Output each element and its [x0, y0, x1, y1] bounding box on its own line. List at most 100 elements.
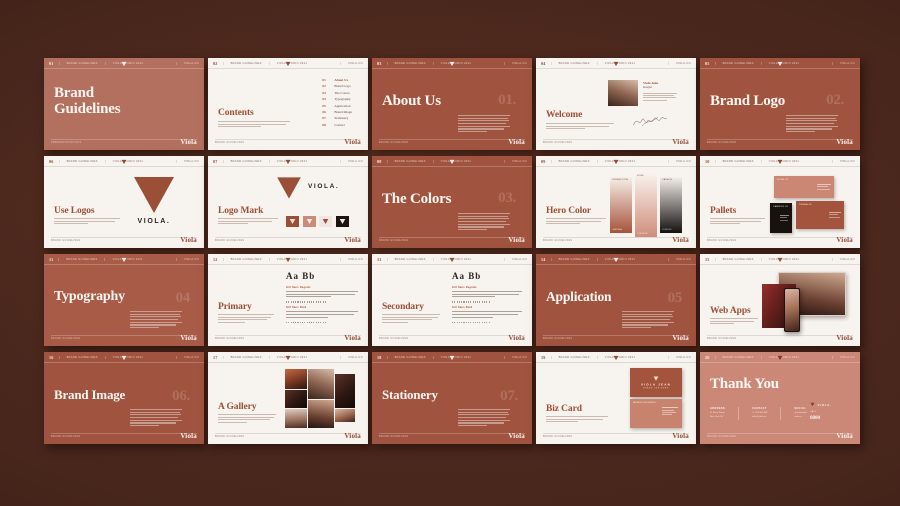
color-bar-label: CARBON: [662, 179, 673, 181]
footer-rule: [215, 138, 361, 139]
slide-stationery[interactable]: 18 BRAND GUIDELINES VIOLA STUDIO 2021 VI…: [372, 352, 532, 444]
topbar-right-label: VIOLA.CO: [667, 159, 696, 163]
slide-web-apps[interactable]: 15 BRAND GUIDELINES VIOLA STUDIO 2021 VI…: [700, 254, 860, 346]
slide-thank-you[interactable]: 20 BRAND GUIDELINES VIOLA STUDIO 2021 VI…: [700, 352, 860, 444]
brand-mark: Viola: [180, 138, 197, 146]
topbar-item-1: BRAND GUIDELINES: [386, 159, 433, 163]
contents-label: Typography: [334, 97, 351, 102]
topbar-item-1: BRAND GUIDELINES: [58, 355, 105, 359]
topbar-right-label: VIOLA.CO: [667, 355, 696, 359]
v-logo-icon: [613, 257, 619, 263]
title-line-1: Brand: [54, 85, 94, 101]
type-style-label: Gill Sans Regular: [452, 286, 477, 289]
slide-about-us[interactable]: 03 BRAND GUIDELINES VIOLA STUDIO 2021 VI…: [372, 58, 532, 150]
palette-card-carbon[interactable]: CARBON 02: [770, 203, 792, 233]
brand-mark: Viola: [672, 432, 689, 440]
palette-card-terra[interactable]: TERRA 03: [796, 201, 844, 229]
slide-primary-type[interactable]: 12 BRAND GUIDELINES VIOLA STUDIO 2021 VI…: [208, 254, 368, 346]
slide-typography[interactable]: 11 BRAND GUIDELINES VIOLA STUDIO 2021 VI…: [44, 254, 204, 346]
logo-swatch-terracotta[interactable]: [286, 216, 299, 227]
brand-mark: Viola: [836, 432, 853, 440]
footer-label: BRAND GUIDELINES: [215, 239, 245, 242]
type-block: Gill Sans Bold: [452, 306, 522, 324]
topbar-right-label: VIOLA.CO: [339, 355, 368, 359]
contents-item[interactable]: 04 Typography: [322, 97, 352, 101]
contents-label: Stationery: [334, 116, 349, 121]
logo-swatch-cream[interactable]: [319, 216, 332, 227]
gallery-photo: [308, 400, 334, 428]
slide-biz-card[interactable]: 19 BRAND GUIDELINES VIOLA STUDIO 2021 VI…: [536, 352, 696, 444]
v-logo-icon: [121, 355, 127, 361]
topbar-item-1: BRAND GUIDELINES: [550, 257, 597, 261]
topbar-right-label: VIOLA.CO: [503, 159, 532, 163]
topbar-item-1: BRAND GUIDELINES: [714, 61, 761, 65]
logo-swatch-rose[interactable]: [302, 216, 316, 227]
brand-mark: Viola: [344, 138, 361, 146]
logo-variant-swatches: [286, 216, 349, 227]
slide-the-colors[interactable]: 08 BRAND GUIDELINES VIOLA STUDIO 2021 VI…: [372, 156, 532, 248]
topbar-item-1: BRAND GUIDELINES: [58, 61, 105, 65]
topbar-item-1: BRAND GUIDELINES: [714, 355, 761, 359]
slide-welcome[interactable]: 04 BRAND GUIDELINES VIOLA STUDIO 2021 VI…: [536, 58, 696, 150]
topbar-item-1: BRAND GUIDELINES: [550, 355, 597, 359]
person-role: Designer: [643, 86, 653, 89]
topbar-slide-number: 17: [213, 354, 218, 360]
topbar-item-2: VIOLA STUDIO 2021: [596, 61, 642, 65]
contents-item[interactable]: 07 Stationery: [322, 116, 352, 120]
v-logo-icon: [777, 355, 783, 361]
v-logo-icon: [613, 159, 619, 165]
section-number: 05: [667, 290, 683, 306]
contents-item[interactable]: 02 Brand Logo: [322, 84, 352, 88]
slide-brand-logo[interactable]: 05 BRAND GUIDELINES VIOLA STUDIO 2021 VI…: [700, 58, 860, 150]
slide-a-gallery[interactable]: 17 BRAND GUIDELINES VIOLA STUDIO 2021 VI…: [208, 352, 368, 444]
business-card-front[interactable]: VIOLA JEAN BRAND DESIGNER: [630, 368, 682, 397]
slide-contents[interactable]: 02 BRAND GUIDELINES VIOLA STUDIO 2021 VI…: [208, 58, 368, 150]
topbar-slide-number: 12: [213, 256, 218, 262]
slide-use-logos[interactable]: 06 BRAND GUIDELINES VIOLA STUDIO 2021 VI…: [44, 156, 204, 248]
topbar-slide-number: 08: [377, 158, 382, 164]
v-logo-icon: [777, 61, 783, 67]
topbar-item-1: BRAND GUIDELINES: [386, 257, 433, 261]
topbar-item-1: BRAND GUIDELINES: [386, 61, 433, 65]
contents-number: 05: [322, 103, 326, 108]
gallery-photo: [335, 374, 355, 408]
footer-label: BRAND GUIDELINES: [51, 239, 81, 242]
brand-mark: Viola: [344, 236, 361, 244]
topbar-right-label: VIOLA.CO: [503, 61, 532, 65]
topbar-item-2: VIOLA STUDIO 2021: [432, 355, 478, 359]
logo-mark-icon: [277, 177, 301, 199]
business-card-back[interactable]: BRAND DESIGNER: [630, 399, 682, 428]
slide-brand-guidelines[interactable]: 01 BRAND GUIDELINES VIOLA STUDIO 2021 VI…: [44, 58, 204, 150]
slide-application[interactable]: 14 BRAND GUIDELINES VIOLA STUDIO 2021 VI…: [536, 254, 696, 346]
slide-title: Web Apps: [710, 306, 751, 316]
palette-card-rose[interactable]: ROSE 01: [774, 176, 834, 198]
contents-item[interactable]: 08 Contact: [322, 123, 352, 127]
slide-logo-mark[interactable]: 07 BRAND GUIDELINES VIOLA STUDIO 2021 VI…: [208, 156, 368, 248]
contents-item[interactable]: 03 The Colors: [322, 91, 352, 95]
logo-swatch-carbon[interactable]: [335, 216, 349, 227]
contents-item[interactable]: 05 Application: [322, 104, 352, 108]
contents-item[interactable]: 06 Brand Image: [322, 110, 352, 114]
topbar-item-2: VIOLA STUDIO 2021: [596, 355, 642, 359]
slide-secondary-type[interactable]: 13 BRAND GUIDELINES VIOLA STUDIO 2021 VI…: [372, 254, 532, 346]
v-logo-icon: [121, 61, 127, 67]
slide-hero-color[interactable]: 09 BRAND GUIDELINES VIOLA STUDIO 2021 VI…: [536, 156, 696, 248]
slide-title: Brand Image: [54, 387, 126, 402]
color-bar-label: ROSE: [637, 175, 644, 177]
contact-lines: @violastudio viola.co: [794, 412, 807, 419]
topbar-right-label: VIOLA.CO: [503, 355, 532, 359]
topbar-slide-number: 07: [213, 158, 218, 164]
phone-screen-photo: [784, 288, 800, 332]
footer-label: BRAND GUIDELINES: [379, 239, 409, 242]
slide-title: Pallets: [710, 206, 737, 216]
v-logo-icon: [777, 257, 783, 263]
footer-rule: [543, 334, 689, 335]
footer-label: BRAND GUIDELINES: [543, 337, 573, 340]
slide-pallets[interactable]: 10 BRAND GUIDELINES VIOLA STUDIO 2021 VI…: [700, 156, 860, 248]
slide-brand-image[interactable]: 16 BRAND GUIDELINES VIOLA STUDIO 2021 VI…: [44, 352, 204, 444]
gallery-photo: [285, 390, 307, 408]
v-logo-icon: [777, 159, 783, 165]
contents-item[interactable]: 01 About Us: [322, 78, 352, 82]
topbar-item-2: VIOLA STUDIO 2021: [268, 61, 314, 65]
footer-label: BRAND GUIDELINES: [707, 337, 737, 340]
